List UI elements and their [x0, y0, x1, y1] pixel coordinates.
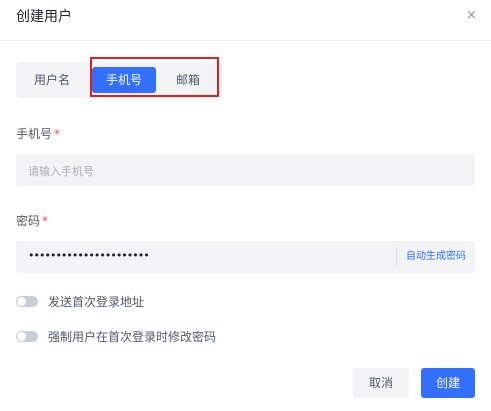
force-change-password-toggle[interactable]	[16, 331, 38, 342]
create-user-dialog: 创建用户 × 用户名 手机号 邮箱 手机号 * 请输入手机号 密码 * ••••••…	[0, 0, 491, 411]
header-divider	[0, 40, 491, 41]
highlight-box	[90, 57, 219, 97]
password-input[interactable]: •••••••••••••••••••••• 自动生成密码	[16, 241, 475, 273]
toggle-knob	[17, 297, 26, 306]
phone-placeholder: 请输入手机号	[28, 165, 94, 178]
required-mark: *	[42, 214, 49, 228]
close-icon[interactable]: ×	[466, 8, 477, 23]
phone-label: 手机号 *	[16, 125, 60, 142]
password-value: ••••••••••••••••••••••	[28, 249, 150, 262]
phone-input[interactable]: 请输入手机号	[16, 154, 475, 186]
password-label: 密码 *	[16, 212, 48, 229]
send-login-url-toggle[interactable]	[16, 296, 38, 307]
force-change-password-label: 强制用户在首次登录时修改密码	[48, 330, 217, 344]
cancel-button[interactable]: 取消	[353, 368, 409, 398]
phone-label-text: 手机号	[16, 127, 53, 141]
toggle-knob	[17, 332, 26, 341]
send-login-url-label: 发送首次登录地址	[48, 295, 145, 309]
tab-username[interactable]: 用户名	[22, 67, 82, 93]
dialog-title: 创建用户	[16, 9, 72, 25]
required-mark: *	[54, 127, 61, 141]
password-label-text: 密码	[16, 214, 41, 228]
create-button[interactable]: 创建	[421, 368, 475, 398]
generate-password-button[interactable]: 自动生成密码	[396, 247, 475, 267]
